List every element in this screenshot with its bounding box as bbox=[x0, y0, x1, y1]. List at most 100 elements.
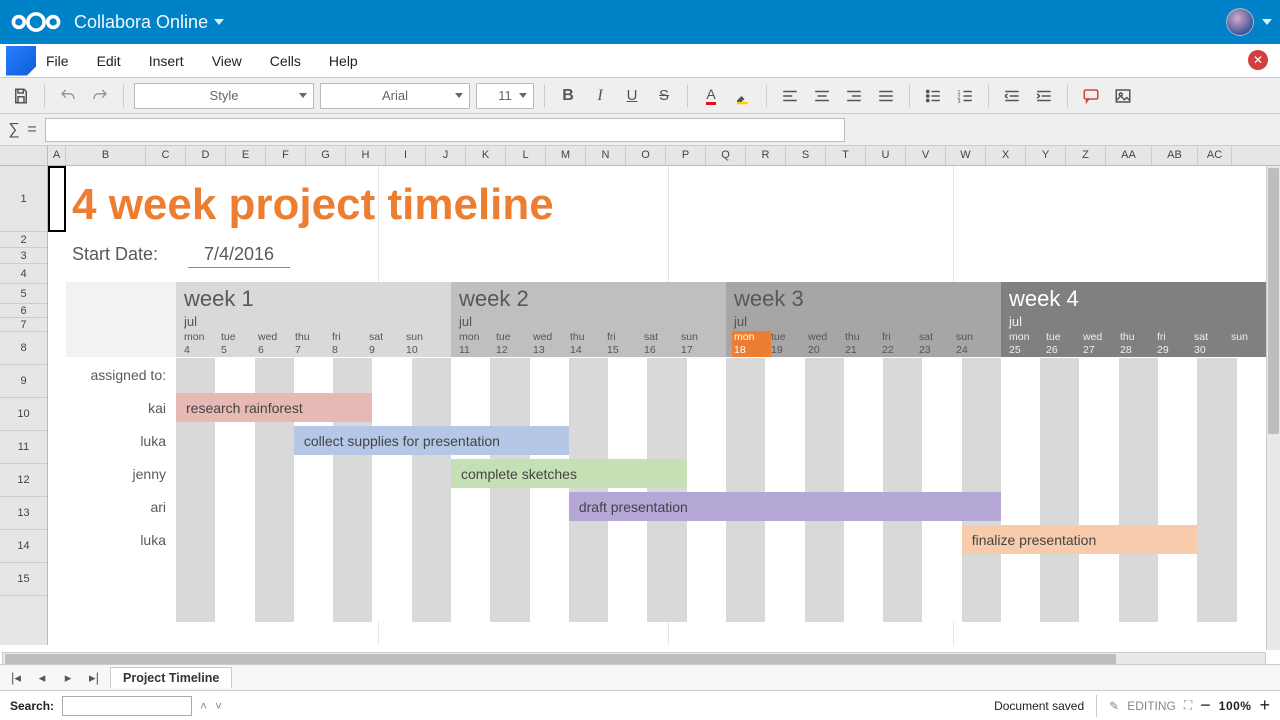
col-header-AC[interactable]: AC bbox=[1198, 146, 1232, 165]
col-header-K[interactable]: K bbox=[466, 146, 506, 165]
col-header-O[interactable]: O bbox=[626, 146, 666, 165]
nextcloud-logo-icon bbox=[8, 10, 64, 34]
menu-file[interactable]: File bbox=[46, 53, 69, 69]
col-header-D[interactable]: D bbox=[186, 146, 226, 165]
bullet-list-button[interactable] bbox=[920, 83, 946, 109]
sheet-prev-button[interactable]: ◂ bbox=[32, 668, 52, 688]
col-header-T[interactable]: T bbox=[826, 146, 866, 165]
insert-image-button[interactable] bbox=[1110, 83, 1136, 109]
col-header-Z[interactable]: Z bbox=[1066, 146, 1106, 165]
col-header-F[interactable]: F bbox=[266, 146, 306, 165]
task-bar[interactable]: complete sketches bbox=[451, 459, 687, 488]
col-header-AA[interactable]: AA bbox=[1106, 146, 1152, 165]
italic-button[interactable]: I bbox=[587, 83, 613, 109]
row-header-7[interactable]: 7 bbox=[0, 318, 47, 332]
user-menu-caret-icon[interactable] bbox=[1262, 19, 1272, 25]
col-header-W[interactable]: W bbox=[946, 146, 986, 165]
col-header-Q[interactable]: Q bbox=[706, 146, 746, 165]
menu-view[interactable]: View bbox=[212, 53, 242, 69]
col-header-P[interactable]: P bbox=[666, 146, 706, 165]
underline-button[interactable]: U bbox=[619, 83, 645, 109]
search-next-icon[interactable]: ˅ bbox=[215, 699, 222, 713]
zoom-level[interactable]: 100% bbox=[1219, 699, 1252, 713]
insert-comment-button[interactable] bbox=[1078, 83, 1104, 109]
menu-cells[interactable]: Cells bbox=[270, 53, 301, 69]
col-header-N[interactable]: N bbox=[586, 146, 626, 165]
highlight-color-button[interactable] bbox=[730, 83, 756, 109]
zoom-out-button[interactable]: − bbox=[1200, 695, 1211, 716]
row-header-5[interactable]: 5 bbox=[0, 284, 47, 304]
undo-icon[interactable] bbox=[55, 83, 81, 109]
task-bar[interactable]: draft presentation bbox=[569, 492, 1001, 521]
task-bar[interactable]: finalize presentation bbox=[962, 525, 1198, 554]
number-list-button[interactable]: 123 bbox=[952, 83, 978, 109]
col-header-E[interactable]: E bbox=[226, 146, 266, 165]
col-header-J[interactable]: J bbox=[426, 146, 466, 165]
search-prev-icon[interactable]: ˄ bbox=[200, 699, 207, 713]
row-header-11[interactable]: 11 bbox=[0, 431, 47, 464]
col-header-R[interactable]: R bbox=[746, 146, 786, 165]
row-header-9[interactable]: 9 bbox=[0, 365, 47, 398]
avatar[interactable] bbox=[1226, 8, 1254, 36]
sheet-last-button[interactable]: ▸| bbox=[84, 668, 104, 688]
task-bar[interactable]: research rainforest bbox=[176, 393, 372, 422]
formula-input[interactable] bbox=[45, 118, 845, 142]
row-header-8[interactable]: 8 bbox=[0, 332, 47, 365]
col-header-AB[interactable]: AB bbox=[1152, 146, 1198, 165]
sheet-tab[interactable]: Project Timeline bbox=[110, 667, 232, 688]
row-header-12[interactable]: 12 bbox=[0, 464, 47, 497]
row-header-10[interactable]: 10 bbox=[0, 398, 47, 431]
zoom-in-button[interactable]: + bbox=[1259, 695, 1270, 716]
align-right-button[interactable] bbox=[841, 83, 867, 109]
row-header-3[interactable]: 3 bbox=[0, 248, 47, 264]
bold-button[interactable]: B bbox=[555, 83, 581, 109]
style-selector[interactable]: Style bbox=[134, 83, 314, 109]
row-header-1[interactable]: 1 bbox=[0, 166, 47, 232]
col-header-S[interactable]: S bbox=[786, 146, 826, 165]
save-icon[interactable] bbox=[8, 83, 34, 109]
font-selector[interactable]: Arial bbox=[320, 83, 470, 109]
font-size-selector[interactable]: 11 bbox=[476, 83, 534, 109]
task-bar[interactable]: collect supplies for presentation bbox=[294, 426, 569, 455]
redo-icon[interactable] bbox=[87, 83, 113, 109]
col-header-X[interactable]: X bbox=[986, 146, 1026, 165]
app-menu-caret-icon[interactable] bbox=[214, 19, 224, 25]
indent-decrease-button[interactable] bbox=[999, 83, 1025, 109]
align-center-button[interactable] bbox=[809, 83, 835, 109]
align-left-button[interactable] bbox=[777, 83, 803, 109]
select-all-corner[interactable] bbox=[0, 146, 48, 165]
font-color-button[interactable]: A bbox=[698, 83, 724, 109]
fit-page-icon[interactable]: ⛶ bbox=[1184, 698, 1192, 713]
menu-insert[interactable]: Insert bbox=[149, 53, 184, 69]
col-header-G[interactable]: G bbox=[306, 146, 346, 165]
function-wizard-icon[interactable]: ∑ bbox=[8, 121, 19, 139]
search-input[interactable] bbox=[62, 696, 192, 716]
col-header-H[interactable]: H bbox=[346, 146, 386, 165]
menu-help[interactable]: Help bbox=[329, 53, 358, 69]
row-header-4[interactable]: 4 bbox=[0, 264, 47, 284]
col-header-Y[interactable]: Y bbox=[1026, 146, 1066, 165]
row-header-15[interactable]: 15 bbox=[0, 563, 47, 596]
col-header-V[interactable]: V bbox=[906, 146, 946, 165]
menu-edit[interactable]: Edit bbox=[97, 53, 121, 69]
spreadsheet-cells[interactable]: 4 week project timeline Start Date: 7/4/… bbox=[48, 166, 1280, 645]
col-header-U[interactable]: U bbox=[866, 146, 906, 165]
row-header-14[interactable]: 14 bbox=[0, 530, 47, 563]
app-name[interactable]: Collabora Online bbox=[74, 12, 208, 33]
col-header-L[interactable]: L bbox=[506, 146, 546, 165]
sheet-next-button[interactable]: ▸ bbox=[58, 668, 78, 688]
col-header-A[interactable]: A bbox=[48, 146, 66, 165]
col-header-B[interactable]: B bbox=[66, 146, 146, 165]
vertical-scrollbar[interactable] bbox=[1266, 166, 1280, 650]
col-header-M[interactable]: M bbox=[546, 146, 586, 165]
col-header-C[interactable]: C bbox=[146, 146, 186, 165]
close-document-button[interactable]: ✕ bbox=[1248, 50, 1268, 70]
align-justify-button[interactable] bbox=[873, 83, 899, 109]
row-header-13[interactable]: 13 bbox=[0, 497, 47, 530]
indent-increase-button[interactable] bbox=[1031, 83, 1057, 109]
col-header-I[interactable]: I bbox=[386, 146, 426, 165]
row-header-2[interactable]: 2 bbox=[0, 232, 47, 248]
sheet-first-button[interactable]: |◂ bbox=[6, 668, 26, 688]
strikethrough-button[interactable]: S bbox=[651, 83, 677, 109]
row-header-6[interactable]: 6 bbox=[0, 304, 47, 318]
